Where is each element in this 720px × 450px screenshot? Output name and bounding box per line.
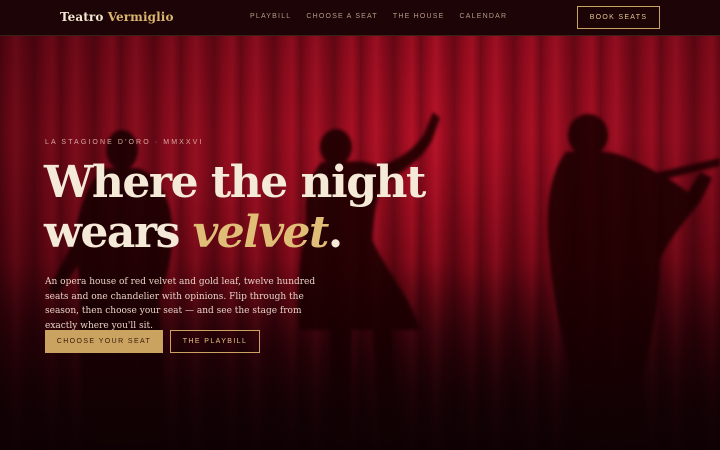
book-seats-button[interactable]: BOOK SEATS bbox=[577, 6, 660, 29]
nav-links: PLAYBILL CHOOSE A SEAT THE HOUSE CALENDA… bbox=[250, 13, 507, 20]
headline-accent-word: velvet bbox=[192, 207, 330, 258]
hero-eyebrow: LA STAGIONE D'ORO · MMXXVI bbox=[45, 139, 204, 146]
nav-link-choose-a-seat[interactable]: CHOOSE A SEAT bbox=[306, 13, 378, 20]
brand-logo[interactable]: Teatro Vermiglio bbox=[60, 10, 174, 24]
brand-name-primary: Teatro bbox=[60, 10, 104, 24]
hero-headline: Where the night wears velvet. bbox=[44, 158, 464, 258]
choose-your-seat-button[interactable]: CHOOSE YOUR SEAT bbox=[45, 330, 163, 353]
headline-line-2-plain: wears bbox=[44, 207, 180, 258]
nav-link-playbill[interactable]: PLAYBILL bbox=[250, 13, 291, 20]
page: Teatro Vermiglio PLAYBILL CHOOSE A SEAT … bbox=[0, 0, 720, 450]
nav-link-the-house[interactable]: THE HOUSE bbox=[393, 13, 445, 20]
hero-description: An opera house of red velvet and gold le… bbox=[45, 277, 316, 331]
the-playbill-button[interactable]: THE PLAYBILL bbox=[170, 330, 260, 353]
brand-name-accent: Vermiglio bbox=[107, 10, 174, 24]
headline-period: . bbox=[327, 207, 343, 258]
top-navigation: Teatro Vermiglio PLAYBILL CHOOSE A SEAT … bbox=[0, 0, 720, 36]
nav-link-calendar[interactable]: CALENDAR bbox=[460, 13, 508, 20]
headline-line-1: Where the night bbox=[44, 157, 426, 208]
